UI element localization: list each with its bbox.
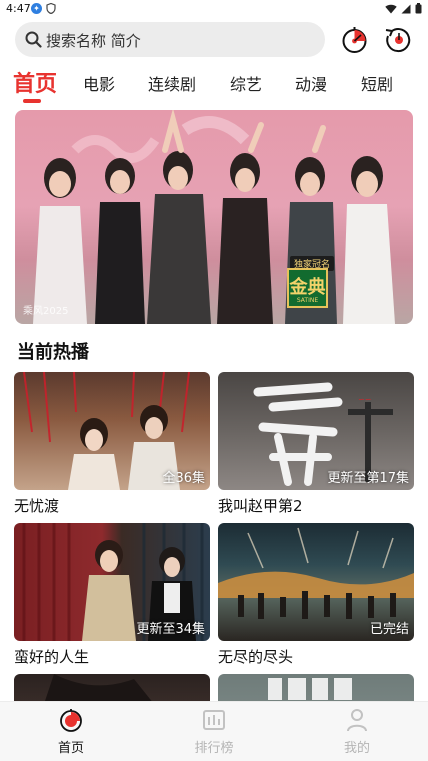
nav-home[interactable]: 首页 <box>36 707 106 756</box>
video-card[interactable]: 全36集 无忧渡 <box>14 372 210 516</box>
status-time: 4:47 <box>6 2 31 15</box>
video-title: 无尽的尽头 <box>218 648 294 666</box>
video-card[interactable]: 已完结 无尽的尽头 <box>218 523 414 667</box>
video-thumbnail: ∽∽ 更新至第17集 <box>218 372 414 490</box>
bottom-nav: 首页 排行榜 我的 <box>0 701 428 761</box>
home-icon <box>60 709 82 732</box>
timer-icon[interactable] <box>339 24 370 55</box>
episode-badge: 全36集 <box>162 471 205 486</box>
history-icon[interactable] <box>383 24 414 55</box>
battery-icon <box>415 3 422 14</box>
nav-mine-label: 我的 <box>343 741 370 756</box>
search-icon <box>25 31 42 48</box>
search-placeholder: 搜索名称 简介 <box>46 32 141 50</box>
signal-icon <box>401 4 411 13</box>
episode-badge: 更新至34集 <box>136 622 205 637</box>
nav-home-label: 首页 <box>57 741 84 756</box>
status-system-icons <box>385 3 422 14</box>
video-title: 无忧渡 <box>14 497 60 515</box>
tab-variety[interactable]: 综艺 <box>230 71 262 95</box>
tab-short-drama[interactable]: 短剧 <box>361 71 393 95</box>
nav-mine[interactable]: 我的 <box>322 707 392 756</box>
video-thumbnail: 已完结 <box>218 523 414 641</box>
wifi-icon <box>385 4 397 13</box>
nav-rank-label: 排行榜 <box>194 741 234 756</box>
tab-home[interactable]: 首页 <box>13 66 57 98</box>
nav-rank[interactable]: 排行榜 <box>179 707 249 756</box>
tab-movies[interactable]: 电影 <box>83 71 115 95</box>
shield-icon <box>46 3 56 14</box>
video-title: 蛮好的人生 <box>14 648 90 666</box>
category-tabs: 首页 电影 连续剧 综艺 动漫 短剧 <box>0 64 428 106</box>
featured-banner[interactable]: 乘风2025 独家冠名 金典 SATINE <box>15 110 413 324</box>
video-thumbnail: 更新至34集 <box>14 523 210 641</box>
tab-series[interactable]: 连续剧 <box>148 71 196 95</box>
active-tab-indicator <box>23 99 41 103</box>
video-thumbnail: 全36集 <box>14 372 210 490</box>
sponsor-logo: 金典 SATINE <box>287 268 328 308</box>
banner-artwork <box>33 110 395 324</box>
video-card[interactable]: ∽∽ 更新至第17集 我叫赵甲第2 <box>218 372 414 516</box>
tab-anime[interactable]: 动漫 <box>295 71 327 95</box>
episode-badge: 已完结 <box>369 622 409 637</box>
user-icon <box>347 709 367 732</box>
video-card[interactable]: 更新至34集 蛮好的人生 <box>14 523 210 667</box>
search-input[interactable]: 搜索名称 简介 <box>15 22 325 57</box>
status-bar: 4:47 ✦ <box>0 0 428 18</box>
section-title: 当前热播 <box>17 342 89 363</box>
chart-icon <box>203 710 225 730</box>
svg-text:∽∽: ∽∽ <box>358 395 371 404</box>
banner-caption: 乘风2025 <box>23 306 69 317</box>
episode-badge: 更新至第17集 <box>327 471 409 486</box>
video-title: 我叫赵甲第2 <box>218 497 303 515</box>
app-notification-icon: ✦ <box>31 3 42 14</box>
status-notification-icons: ✦ <box>31 3 56 14</box>
